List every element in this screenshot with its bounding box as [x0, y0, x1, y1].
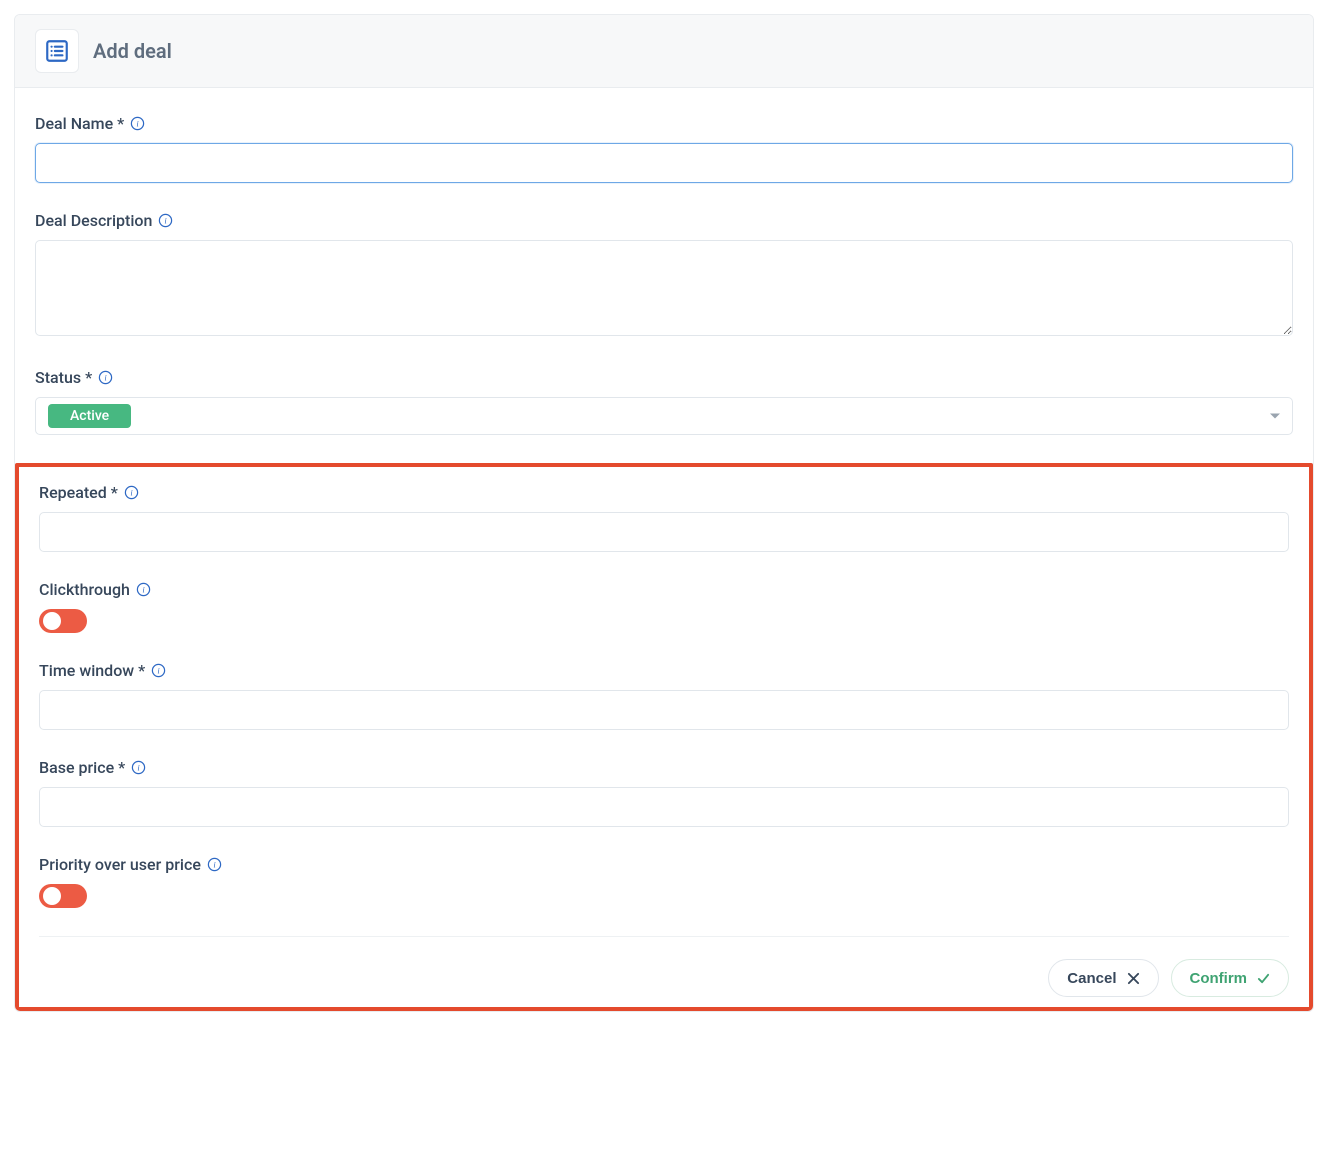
cancel-button[interactable]: Cancel: [1048, 959, 1158, 997]
toggle-knob: [43, 612, 61, 630]
info-icon[interactable]: i: [151, 663, 166, 678]
base-price-label-row: Base price * i: [39, 758, 1289, 777]
repeated-label-row: Repeated * i: [39, 483, 1289, 502]
deal-description-label: Deal Description: [35, 211, 152, 230]
info-icon[interactable]: i: [130, 116, 145, 131]
time-window-label-row: Time window * i: [39, 661, 1289, 680]
clickthrough-toggle[interactable]: [39, 609, 87, 633]
priority-label: Priority over user price: [39, 855, 201, 874]
card-title: Add deal: [93, 39, 172, 63]
confirm-label: Confirm: [1190, 970, 1248, 987]
svg-text:i: i: [130, 487, 133, 497]
info-icon[interactable]: i: [131, 760, 146, 775]
card-body: Deal Name * i Deal Description i Status …: [15, 88, 1313, 1011]
deal-name-label: Deal Name *: [35, 114, 124, 133]
info-icon[interactable]: i: [124, 485, 139, 500]
status-select[interactable]: Active: [35, 397, 1293, 435]
svg-text:i: i: [142, 584, 145, 594]
info-icon[interactable]: i: [98, 370, 113, 385]
field-deal-description: Deal Description i: [35, 211, 1293, 340]
field-clickthrough: Clickthrough i: [39, 580, 1289, 633]
chevron-down-icon: [1270, 414, 1280, 419]
clickthrough-label-row: Clickthrough i: [39, 580, 1289, 599]
priority-toggle[interactable]: [39, 884, 87, 908]
time-window-input[interactable]: [39, 690, 1289, 730]
info-icon[interactable]: i: [158, 213, 173, 228]
repeated-label: Repeated *: [39, 483, 118, 502]
time-window-label: Time window *: [39, 661, 145, 680]
deal-name-input[interactable]: [35, 143, 1293, 183]
status-pill: Active: [48, 404, 131, 428]
field-deal-name: Deal Name * i: [35, 114, 1293, 183]
svg-text:i: i: [158, 665, 161, 675]
field-base-price: Base price * i: [39, 758, 1289, 827]
info-icon[interactable]: i: [136, 582, 151, 597]
close-icon: [1127, 972, 1140, 985]
deal-description-input[interactable]: [35, 240, 1293, 336]
svg-text:i: i: [137, 118, 140, 128]
field-repeated: Repeated * i: [39, 483, 1289, 552]
status-label: Status *: [35, 368, 92, 387]
card-header: Add deal: [15, 15, 1313, 88]
field-status: Status * i Active: [35, 368, 1293, 435]
svg-text:i: i: [105, 372, 108, 382]
base-price-label: Base price *: [39, 758, 125, 777]
clickthrough-label: Clickthrough: [39, 580, 130, 599]
repeated-input[interactable]: [39, 512, 1289, 552]
add-deal-card: Add deal Deal Name * i Deal Description …: [14, 14, 1314, 1012]
status-label-row: Status * i: [35, 368, 1293, 387]
toggle-knob: [43, 887, 61, 905]
card-footer: Cancel Confirm: [39, 936, 1289, 997]
svg-text:i: i: [213, 859, 216, 869]
confirm-button[interactable]: Confirm: [1171, 959, 1290, 997]
svg-text:i: i: [165, 215, 168, 225]
field-priority-over-user-price: Priority over user price i: [39, 855, 1289, 908]
base-price-input[interactable]: [39, 787, 1289, 827]
form-sheet-icon: [44, 38, 70, 64]
check-icon: [1257, 972, 1270, 985]
highlighted-fields-box: Repeated * i Clickthrough i: [15, 463, 1313, 1011]
field-time-window: Time window * i: [39, 661, 1289, 730]
svg-text:i: i: [138, 762, 141, 772]
form-icon: [35, 29, 79, 73]
deal-name-label-row: Deal Name * i: [35, 114, 1293, 133]
cancel-label: Cancel: [1067, 970, 1116, 987]
info-icon[interactable]: i: [207, 857, 222, 872]
priority-label-row: Priority over user price i: [39, 855, 1289, 874]
deal-description-label-row: Deal Description i: [35, 211, 1293, 230]
